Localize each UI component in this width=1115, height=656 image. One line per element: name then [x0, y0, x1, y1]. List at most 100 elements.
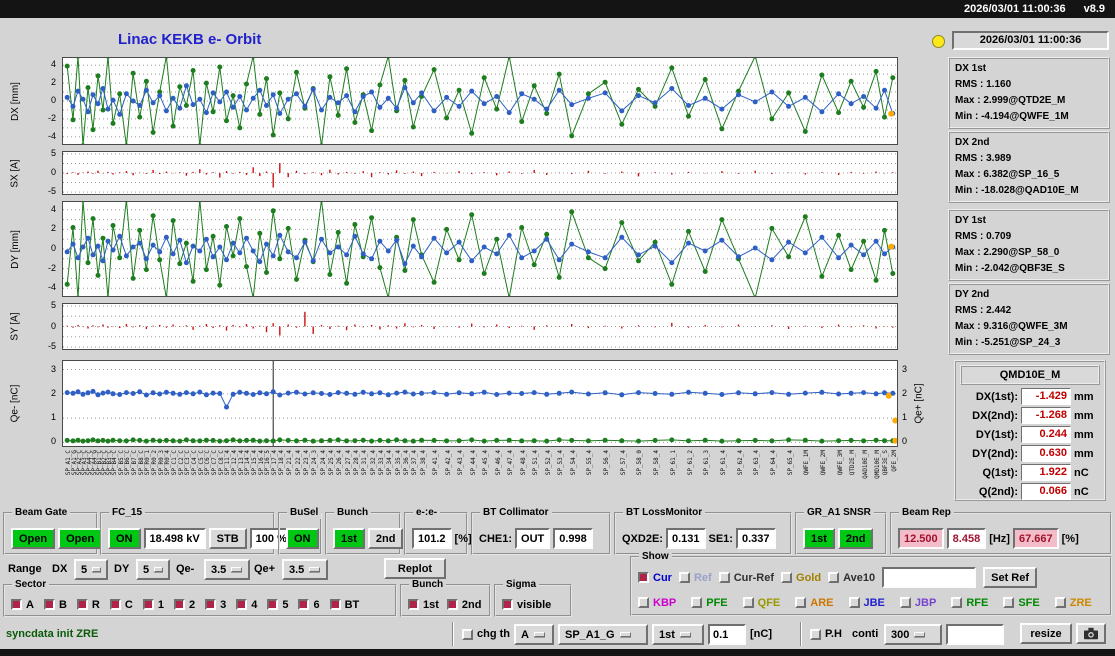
checkbox-indicator — [462, 628, 473, 640]
stats-panel-dy-1st: DY 1st RMS : 0.709 Max : 2.290@SP_58_0 M… — [948, 209, 1110, 281]
qxd2e-value-display: 0.131 — [665, 528, 706, 549]
titlebar-version: v8.9 — [1083, 3, 1105, 15]
ee-ratio-display: 101.2 — [412, 528, 452, 549]
snapshot-button[interactable] — [1076, 623, 1106, 644]
checkbox-gold[interactable]: Gold — [781, 572, 821, 584]
separator — [452, 622, 454, 646]
qe-plot-area[interactable] — [62, 360, 898, 447]
x-axis-bpm-label: QFE_2M — [890, 450, 898, 472]
dropdown-indicator-icon — [309, 567, 321, 572]
bunch-2nd-button[interactable]: 2nd — [367, 528, 404, 549]
replot-button[interactable]: Replot — [384, 558, 446, 579]
checkbox-2nd[interactable]: 2nd — [446, 598, 482, 611]
y-tick-label: 0 — [50, 167, 56, 177]
sector-select[interactable]: A — [514, 624, 554, 645]
checkbox-1st[interactable]: 1st — [408, 599, 439, 611]
x-axis-bpm-label: SP_64_4 — [769, 450, 777, 476]
range-dx-select[interactable]: 5 — [74, 559, 108, 580]
group-title: FC_15 — [109, 507, 146, 519]
x-axis-bpm-label: SP_18_4 — [277, 450, 285, 476]
checkbox-bt[interactable]: BT — [329, 599, 359, 611]
range-qem-select[interactable]: 3.5 — [204, 559, 250, 580]
checkbox-ave10[interactable]: Ave10 — [828, 572, 875, 584]
range-dy-value: 5 — [143, 563, 150, 576]
group-title: Beam Rep — [899, 507, 954, 519]
checkbox-cur[interactable]: Cur — [638, 572, 672, 584]
snsr-2nd-button[interactable]: 2nd — [837, 528, 874, 549]
snsr-1st-button[interactable]: 1st — [803, 528, 835, 549]
checkbox-cur-ref[interactable]: Cur-Ref — [718, 572, 774, 584]
fc15-on-button[interactable]: ON — [108, 528, 141, 549]
checkbox-jbp[interactable]: JBP — [899, 597, 936, 609]
stats-title: DX 2nd — [955, 137, 990, 148]
sy-plot-area[interactable] — [62, 303, 898, 350]
checkbox-c[interactable]: C — [109, 599, 133, 611]
window-titlebar: 2026/03/01 11:00:36 v8.9 — [0, 0, 1115, 18]
fc15-stb-button[interactable]: STB — [208, 528, 247, 549]
checkbox-label: A — [26, 598, 34, 611]
interval-select[interactable]: 300 — [884, 624, 942, 645]
beam-gate-open-2-button[interactable]: Open — [58, 528, 103, 549]
checkbox-2[interactable]: 2 — [173, 599, 195, 611]
busel-on-button[interactable]: ON — [286, 528, 319, 549]
range-dx-label: DX — [52, 563, 68, 575]
x-axis-bpm-label: SP_24_4 — [319, 450, 327, 476]
checkbox-ref[interactable]: Ref — [678, 571, 712, 584]
checkbox-r[interactable]: R — [76, 599, 100, 611]
checkbox-qfe[interactable]: QFE — [742, 597, 780, 609]
threshold-input[interactable] — [708, 624, 746, 645]
monitor-value: 0.066 — [1021, 483, 1071, 500]
x-axis-bpm-label: SP_32_4 — [369, 450, 377, 476]
bpm-select[interactable]: SP_A1_G — [558, 624, 648, 645]
aux-input[interactable] — [946, 624, 1004, 645]
set-ref-button[interactable]: Set Ref — [983, 567, 1038, 588]
checkbox-rfe[interactable]: RFE — [951, 597, 988, 609]
bunch-select-group: Bunch 1st 2nd — [325, 507, 404, 555]
checkbox-5[interactable]: 5 — [267, 599, 288, 611]
che1-label: CHE1: — [479, 532, 513, 545]
group-title: Bunch — [334, 507, 372, 519]
qxd2e-label: QXD2E: — [622, 532, 663, 545]
checkbox-indicator — [691, 597, 703, 608]
chg-th-checkbox[interactable]: chg th — [462, 628, 510, 640]
stats-rms: RMS : 2.442 — [955, 305, 1012, 316]
dropdown-indicator-icon — [231, 567, 243, 572]
x-axis-bpm-label: SP_36_4 — [402, 450, 410, 476]
ph-checkbox[interactable]: P.H — [810, 628, 842, 640]
dropdown-indicator-icon — [914, 632, 926, 637]
range-qep-select[interactable]: 3.5 — [282, 559, 328, 580]
x-axis-bpm-label: SP_61_2 — [686, 450, 694, 476]
status-lamp-icon — [932, 35, 945, 48]
checkbox-kbp[interactable]: KBP — [638, 597, 676, 609]
dx-plot-area[interactable] — [62, 57, 898, 145]
x-axis-bpm-label: SP_47_4 — [507, 450, 515, 476]
checkbox-label: 2nd — [461, 598, 482, 611]
checkbox-sfe[interactable]: SFE — [1003, 597, 1040, 609]
beam-gate-open-1-button[interactable]: Open — [11, 528, 56, 549]
bunch-1st-button[interactable]: 1st — [333, 528, 365, 549]
checkbox-jbe[interactable]: JBE — [848, 597, 885, 609]
checkbox-3[interactable]: 3 — [205, 599, 226, 611]
resize-button[interactable]: resize — [1020, 623, 1072, 644]
checkbox-4[interactable]: 4 — [236, 599, 257, 611]
stats-title: DY 1st — [955, 215, 986, 226]
checkbox-b[interactable]: B — [43, 599, 67, 611]
checkbox-6[interactable]: 6 — [298, 599, 320, 611]
range-dy-select[interactable]: 5 — [136, 559, 170, 580]
bunch-select[interactable]: 1st — [652, 624, 704, 645]
checkbox-label: Ref — [693, 571, 712, 584]
checkbox-are[interactable]: ARE — [795, 597, 834, 609]
sy-axis-title: SY [A] — [9, 312, 21, 341]
checkbox-1[interactable]: 1 — [142, 599, 164, 611]
dropdown-indicator-icon — [619, 632, 631, 637]
dy-plot-area[interactable] — [62, 201, 898, 297]
beam-rep-unit-hz: [Hz] — [989, 532, 1010, 545]
checkbox-a[interactable]: A — [11, 599, 34, 611]
stats-max: Max : 9.316@QWFE_3M — [955, 321, 1068, 332]
checkbox-zre[interactable]: ZRE — [1054, 597, 1092, 609]
sx-plot-area[interactable] — [62, 151, 898, 195]
checkbox-visible[interactable]: visible — [502, 599, 551, 611]
set-ref-input[interactable] — [882, 567, 977, 588]
checkbox-pfe[interactable]: PFE — [691, 597, 728, 609]
ee-ratio-group: e-:e- 101.2 [%] — [404, 507, 472, 555]
